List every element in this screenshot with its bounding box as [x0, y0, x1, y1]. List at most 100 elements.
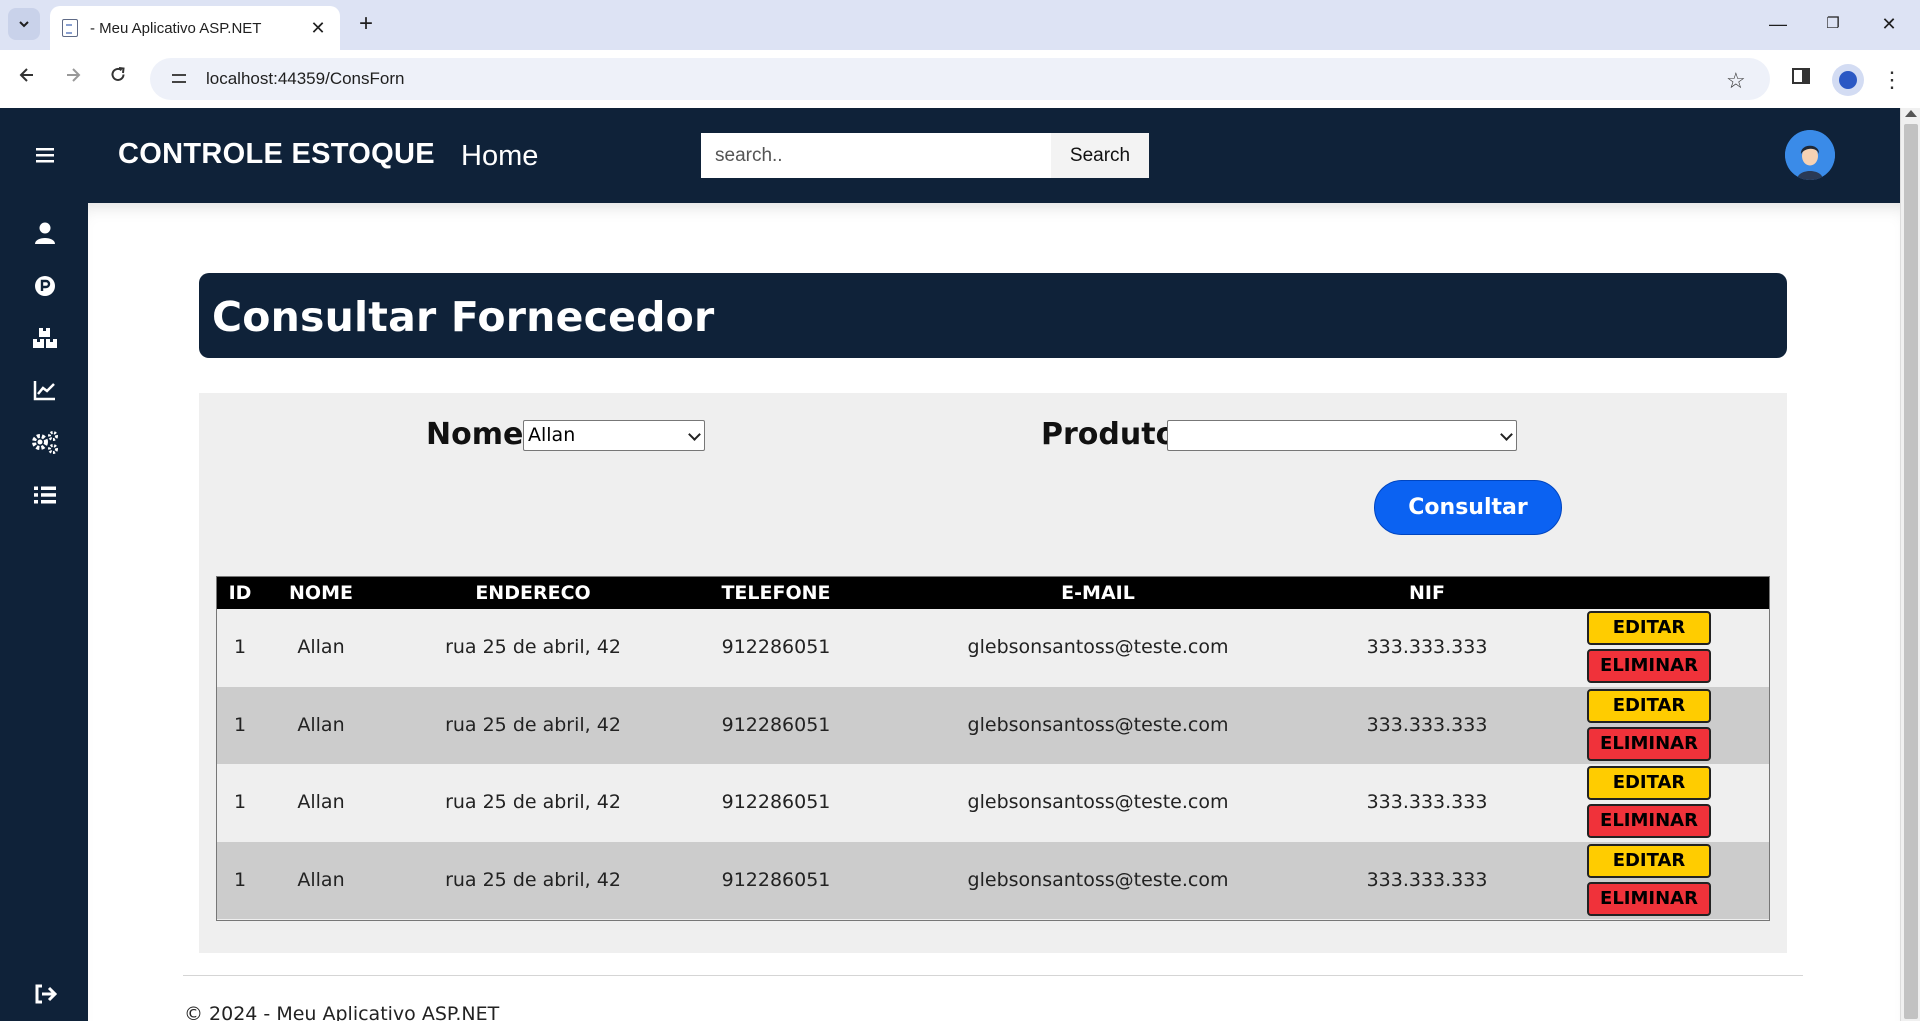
bookmark-star-icon[interactable]: ☆ — [1726, 68, 1746, 94]
menu-icon[interactable] — [30, 140, 60, 170]
avatar-icon — [1785, 130, 1835, 180]
cell-nif: 333.333.333 — [1366, 713, 1488, 736]
produto-select[interactable] — [1167, 420, 1517, 451]
search-panel: Nome: Allan Produto: Consultar ID NOME E… — [199, 393, 1787, 953]
cell-endereco: rua 25 de abril, 42 — [445, 791, 621, 813]
side-panel-icon[interactable] — [1787, 66, 1815, 94]
footer-text: © 2024 - Meu Aplicativo ASP.NET — [184, 1003, 500, 1021]
search-button[interactable]: Search — [1051, 133, 1149, 178]
tab-title: - Meu Aplicativo ASP.NET — [90, 19, 262, 37]
column-header-id: ID — [228, 582, 252, 604]
reload-icon — [111, 67, 125, 81]
cell-nome: Allan — [297, 713, 345, 736]
column-header-endereco: ENDERECO — [475, 582, 591, 604]
boxes-icon[interactable] — [30, 323, 60, 353]
scroll-up-icon[interactable] — [1905, 110, 1917, 117]
page-scrollbar[interactable] — [1900, 108, 1920, 1021]
cell-telefone: 912286051 — [721, 713, 831, 736]
user-avatar[interactable] — [1785, 130, 1835, 180]
brand-title[interactable]: CONTROLE ESTOQUE — [118, 138, 435, 171]
cell-id: 1 — [233, 868, 247, 891]
table-row: 1 Allan rua 25 de abril, 42 912286051 gl… — [217, 686, 1769, 764]
top-navbar: CONTROLE ESTOQUE Home Search — [88, 108, 1900, 203]
cell-nome: Allan — [297, 868, 345, 891]
delete-button[interactable]: ELIMINAR — [1587, 804, 1711, 838]
column-header-nif: NIF — [1409, 582, 1445, 604]
cell-nif: 333.333.333 — [1366, 868, 1488, 891]
column-header-nome: NOME — [289, 582, 353, 604]
cell-nome: Allan — [297, 791, 345, 813]
cell-endereco: rua 25 de abril, 42 — [445, 713, 621, 736]
tab-search-button[interactable] — [8, 8, 40, 40]
consultar-button[interactable]: Consultar — [1374, 480, 1562, 535]
cell-endereco: rua 25 de abril, 42 — [445, 636, 621, 658]
column-header-email: E-MAIL — [1061, 582, 1135, 604]
cell-email: glebsonsantoss@teste.com — [967, 636, 1229, 658]
more-options-icon[interactable]: ⋮ — [1878, 66, 1906, 94]
close-tab-icon[interactable]: ✕ — [308, 18, 328, 39]
nome-select[interactable]: Allan — [523, 420, 705, 451]
table-row: 1 Allan rua 25 de abril, 42 912286051 gl… — [217, 609, 1769, 687]
table-row: 1 Allan rua 25 de abril, 42 912286051 gl… — [217, 764, 1769, 842]
profile-avatar-icon[interactable] — [1832, 64, 1864, 96]
cell-email: glebsonsantoss@teste.com — [967, 713, 1229, 736]
edit-button[interactable]: EDITAR — [1587, 766, 1711, 800]
table-row: 1 Allan rua 25 de abril, 42 912286051 gl… — [217, 841, 1769, 919]
reload-button[interactable] — [103, 64, 133, 94]
search-input[interactable] — [701, 133, 1051, 178]
arrow-right-icon — [67, 68, 81, 82]
cell-id: 1 — [233, 791, 247, 813]
back-button[interactable] — [12, 64, 42, 94]
app-viewport: CONTROLE ESTOQUE Home Search Consultar F… — [0, 108, 1920, 1021]
main-content: Consultar Fornecedor Nome: Allan Produto… — [88, 203, 1900, 1021]
user-icon[interactable] — [30, 218, 60, 248]
delete-button[interactable]: ELIMINAR — [1587, 881, 1711, 916]
logout-icon[interactable] — [30, 979, 60, 1009]
scrollbar-thumb[interactable] — [1904, 124, 1918, 1019]
cell-telefone: 912286051 — [721, 636, 831, 658]
cell-email: glebsonsantoss@teste.com — [967, 868, 1229, 891]
column-header-telefone: TELEFONE — [721, 582, 831, 604]
cell-nif: 333.333.333 — [1366, 791, 1488, 813]
cell-id: 1 — [233, 636, 247, 658]
chart-line-icon[interactable] — [30, 375, 60, 405]
chevron-down-icon — [1500, 428, 1513, 441]
edit-button[interactable]: EDITAR — [1587, 611, 1711, 645]
cogs-icon[interactable] — [30, 428, 60, 458]
delete-button[interactable]: ELIMINAR — [1587, 649, 1711, 683]
url-text: localhost:44359/ConsForn — [206, 69, 405, 88]
edit-button[interactable]: EDITAR — [1587, 843, 1711, 878]
browser-tab-bar: - Meu Aplicativo ASP.NET ✕ + — ❐ ✕ — [0, 0, 1920, 50]
cell-telefone: 912286051 — [721, 868, 831, 891]
cell-email: glebsonsantoss@teste.com — [967, 791, 1229, 813]
site-info-icon[interactable] — [170, 69, 190, 89]
delete-button[interactable]: ELIMINAR — [1587, 726, 1711, 761]
edit-button[interactable]: EDITAR — [1587, 688, 1711, 723]
suppliers-table: ID NOME ENDERECO TELEFONE E-MAIL NIF 1 A… — [216, 576, 1770, 921]
minimize-window-button[interactable]: — — [1758, 10, 1798, 38]
page-header: Consultar Fornecedor — [199, 273, 1787, 358]
home-link[interactable]: Home — [461, 140, 538, 173]
nome-label: Nome: — [426, 417, 536, 452]
nome-select-value: Allan — [528, 424, 576, 446]
page-title: Consultar Fornecedor — [212, 293, 715, 341]
list-icon[interactable] — [30, 480, 60, 510]
cell-id: 1 — [233, 713, 247, 736]
parking-icon[interactable] — [30, 271, 60, 301]
url-field[interactable]: localhost:44359/ConsForn — [150, 58, 1770, 100]
cell-telefone: 912286051 — [721, 791, 831, 813]
browser-address-bar: localhost:44359/ConsForn ☆ ⋮ — [0, 50, 1920, 108]
cell-nif: 333.333.333 — [1366, 636, 1488, 658]
browser-tab[interactable]: - Meu Aplicativo ASP.NET ✕ — [50, 6, 340, 50]
restore-window-button[interactable]: ❐ — [1813, 10, 1853, 38]
page-favicon-icon — [62, 19, 78, 37]
forward-button[interactable] — [58, 64, 88, 94]
footer-divider — [183, 975, 1803, 976]
arrow-left-icon — [19, 68, 33, 82]
cell-endereco: rua 25 de abril, 42 — [445, 868, 621, 891]
close-window-button[interactable]: ✕ — [1869, 10, 1909, 38]
chevron-down-icon — [19, 21, 29, 28]
chevron-down-icon — [688, 428, 701, 441]
new-tab-button[interactable]: + — [352, 10, 380, 38]
table-header: ID NOME ENDERECO TELEFONE E-MAIL NIF — [217, 577, 1769, 609]
